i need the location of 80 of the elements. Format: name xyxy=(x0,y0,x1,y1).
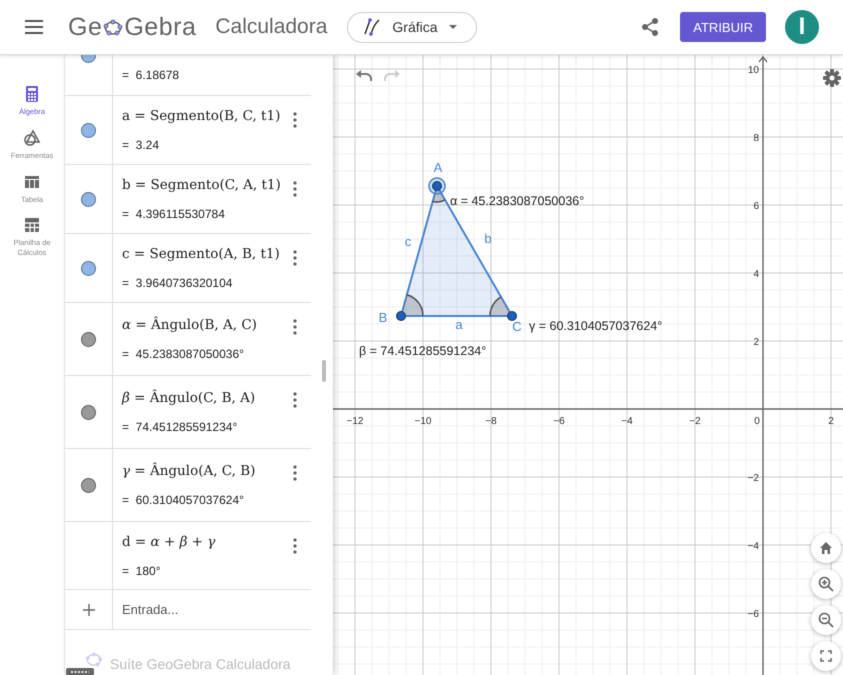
expression-value: = 3.9640736320104 xyxy=(122,276,234,290)
undo-icon[interactable] xyxy=(355,70,373,82)
axis-tick-label: 2 xyxy=(828,416,834,427)
more-options-icon[interactable] xyxy=(293,319,297,335)
point-label: B xyxy=(378,310,388,325)
more-options-icon[interactable] xyxy=(293,250,297,266)
axis-tick-label: 4 xyxy=(753,269,759,280)
expression-value: = 45.2383087050036° xyxy=(122,347,245,361)
axis-tick-label: 10 xyxy=(748,65,759,76)
expression-definition: b = Segmento(C, A, t1) xyxy=(122,177,282,193)
sign-in-button[interactable]: ATRIBUIR xyxy=(680,12,766,42)
expression-value: = 60.3104057037624° xyxy=(122,493,245,507)
expression-definition: α = Ângulo(B, A, C) xyxy=(122,317,258,333)
more-options-icon[interactable] xyxy=(293,112,297,128)
shapes-icon xyxy=(23,128,41,147)
visibility-toggle[interactable] xyxy=(81,478,96,492)
segment-label: c xyxy=(404,234,412,249)
app-logo: Ge Gebra xyxy=(68,12,196,42)
zoom-out-button[interactable] xyxy=(811,605,841,635)
graph-icon xyxy=(362,17,382,37)
axis-tick-label: −2 xyxy=(748,473,759,484)
zoom-in-button[interactable] xyxy=(811,569,841,599)
point-label: A xyxy=(434,160,442,175)
expression-definition: a = Segmento(B, C, t1) xyxy=(122,108,282,124)
axis-tick-label: 8 xyxy=(753,133,759,144)
user-avatar[interactable]: I xyxy=(785,10,819,44)
axis-tick-label: −4 xyxy=(748,541,759,552)
expression-definition: β = Ângulo(C, B, A) xyxy=(122,390,256,406)
spreadsheet-icon xyxy=(23,216,41,234)
expression-value: = 180° xyxy=(122,564,162,578)
axis-tick-label: −10 xyxy=(414,416,432,427)
expression-value: = 74.451285591234° xyxy=(122,420,238,434)
angle-label: γ = 60.3104057037624° xyxy=(529,319,662,333)
more-options-icon[interactable] xyxy=(293,181,297,197)
axis-tick-label: −2 xyxy=(689,416,701,427)
zoom-in-icon xyxy=(818,576,834,592)
axis-tick-label: −8 xyxy=(485,416,497,427)
axis-tick-label: −4 xyxy=(621,416,633,427)
expression-value: = 3.24 xyxy=(122,138,160,152)
angle-label: β = 74.451285591234° xyxy=(359,344,486,358)
more-options-icon[interactable] xyxy=(293,465,297,481)
visibility-toggle[interactable] xyxy=(81,55,96,63)
more-options-icon[interactable] xyxy=(293,392,297,408)
axis-tick-label: −6 xyxy=(748,609,759,620)
more-options-icon[interactable] xyxy=(293,538,297,554)
visibility-toggle[interactable] xyxy=(81,332,96,346)
settings-icon[interactable] xyxy=(823,69,841,87)
axis-tick-label: 0 xyxy=(754,416,760,427)
expression-value: = 4.396115530784 xyxy=(122,207,226,221)
resize-handle[interactable] xyxy=(322,360,326,382)
keyboard-icon[interactable] xyxy=(66,668,94,675)
expression-definition: c = Segmento(A, B, t1) xyxy=(122,246,281,262)
add-icon[interactable] xyxy=(82,602,96,616)
angle-label: α = 45.2383087050036° xyxy=(450,194,584,208)
fullscreen-icon xyxy=(820,650,832,662)
visibility-toggle[interactable] xyxy=(81,122,96,138)
visibility-toggle[interactable] xyxy=(81,404,96,420)
menu-icon[interactable] xyxy=(25,20,43,34)
axis-tick-label: −12 xyxy=(346,416,364,427)
home-button[interactable] xyxy=(811,533,841,563)
axis-tick-label: 6 xyxy=(753,201,759,212)
caret-icon xyxy=(448,24,458,30)
zoom-out-icon xyxy=(818,612,834,628)
segment-label: a xyxy=(455,317,463,332)
home-icon xyxy=(819,541,833,555)
axis-tick-label: −6 xyxy=(553,416,565,427)
visibility-toggle[interactable] xyxy=(81,260,96,276)
app-title: Calculadora xyxy=(215,15,328,39)
expression-definition: γ = Ângulo(A, C, B) xyxy=(122,463,256,479)
axis-tick-label: 2 xyxy=(753,337,759,348)
segment-label: b xyxy=(484,231,492,246)
view-dropdown[interactable]: Gráfica xyxy=(347,12,478,42)
fullscreen-button[interactable] xyxy=(811,641,841,671)
expression-value: = 6.18678 xyxy=(122,68,180,82)
point-label: C xyxy=(512,319,522,334)
expression-definition: d = α + β + γ xyxy=(122,534,216,550)
calculator-icon xyxy=(23,85,41,103)
visibility-toggle[interactable] xyxy=(81,192,96,206)
app-logo-icon xyxy=(85,651,103,667)
share-icon[interactable] xyxy=(641,17,660,37)
